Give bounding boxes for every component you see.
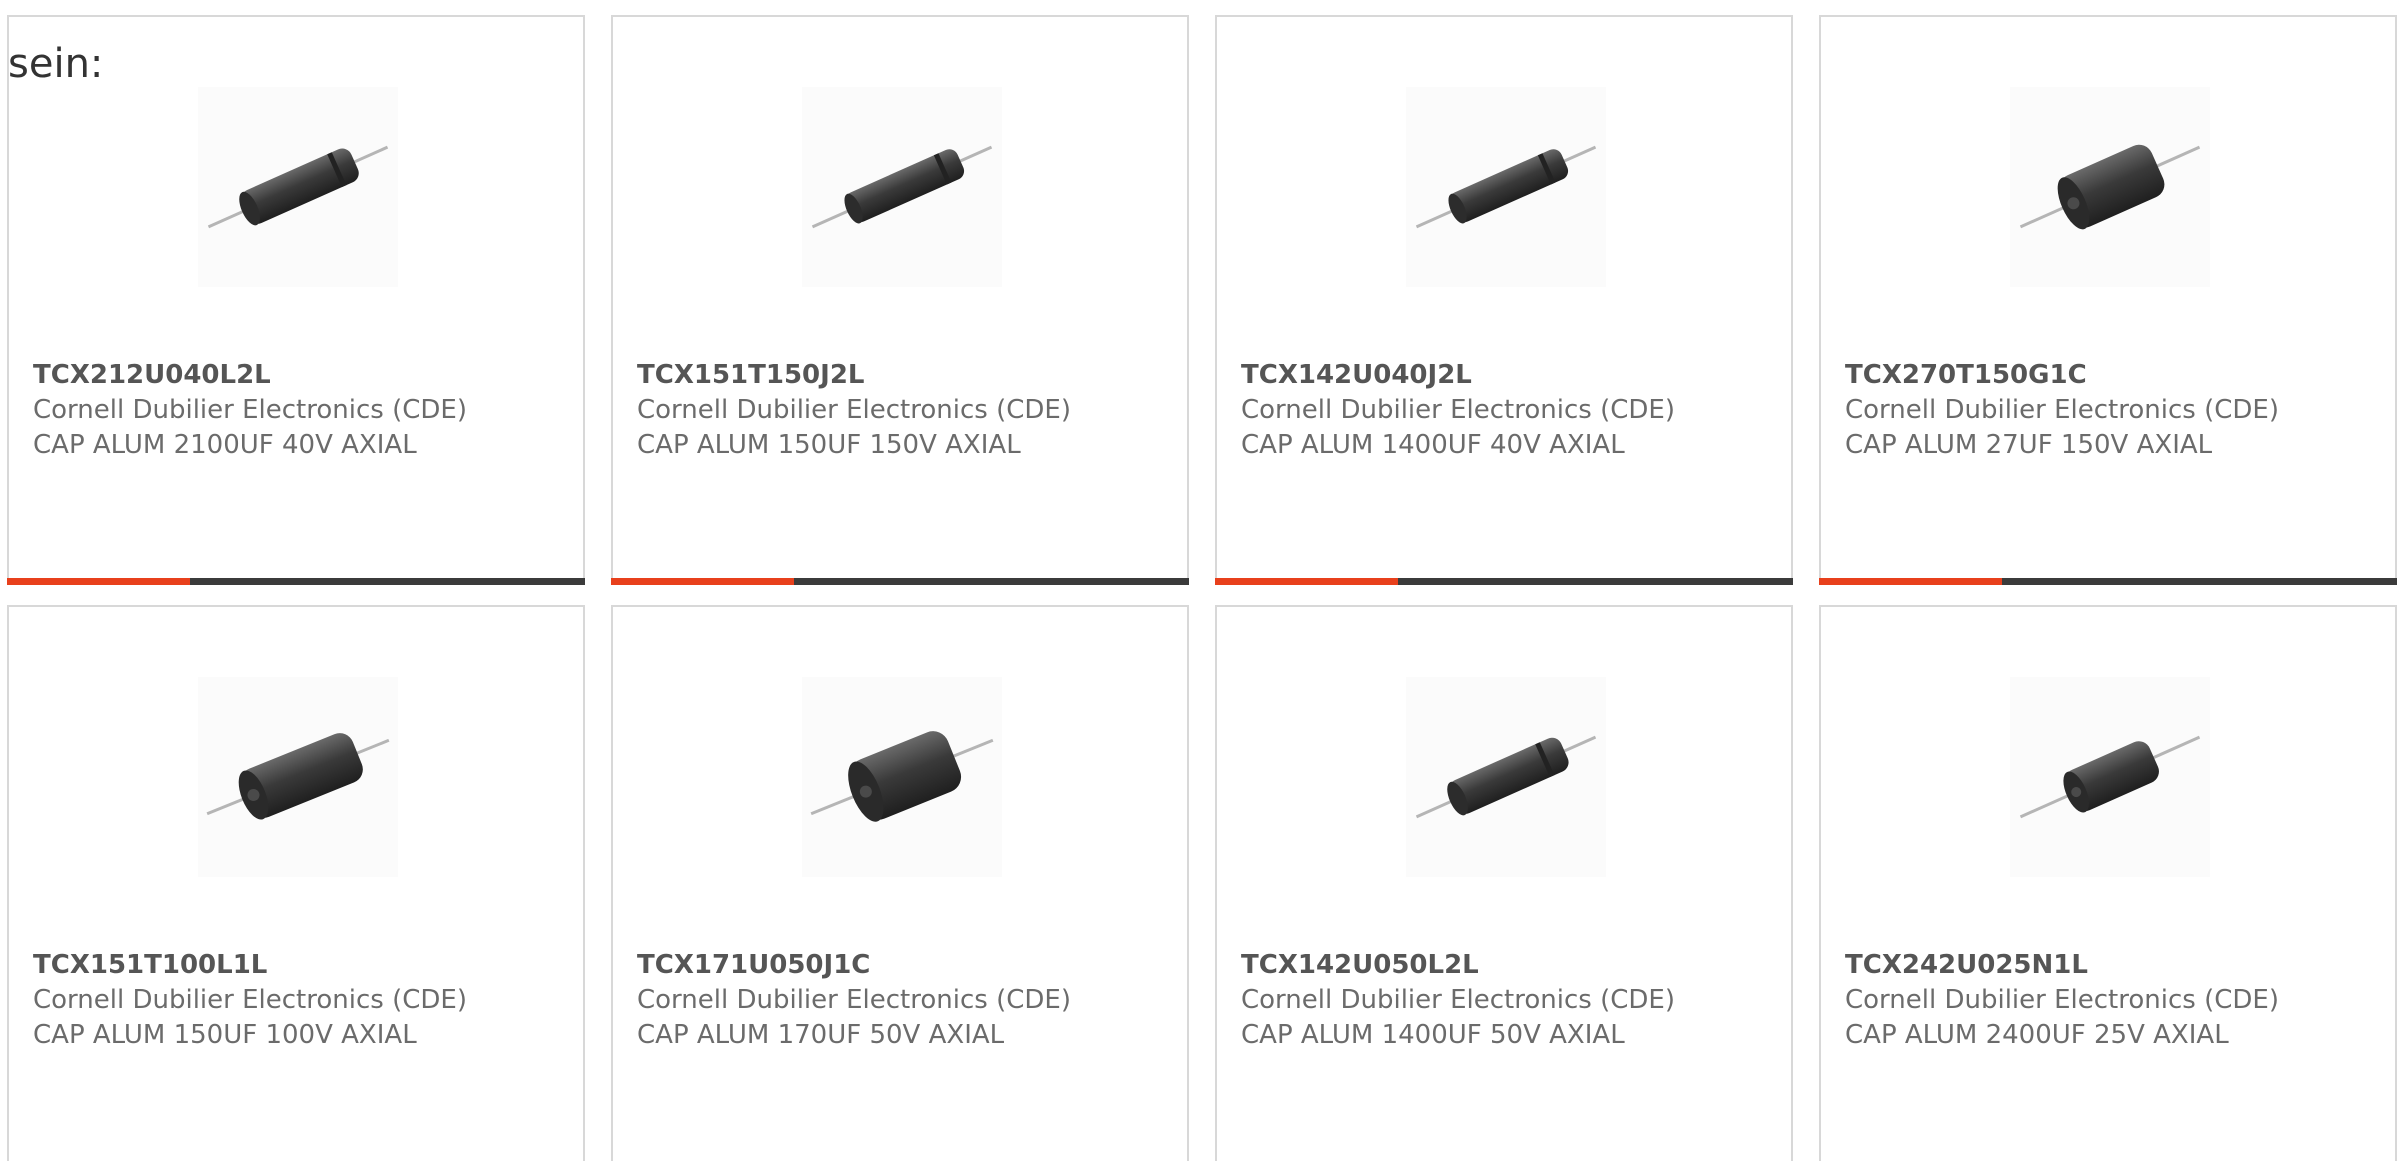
card-bar-accent xyxy=(1215,578,1398,585)
capacitor-slim-icon xyxy=(1415,145,1597,229)
manufacturer: Cornell Dubilier Electronics (CDE) xyxy=(1241,395,1675,425)
part-number[interactable]: TCX242U025N1L xyxy=(1845,948,2385,983)
part-number[interactable]: TCX142U050L2L xyxy=(1241,948,1781,983)
product-card[interactable]: TCX142U050L2L Cornell Dubilier Electroni… xyxy=(1215,605,1793,1161)
description: CAP ALUM 1400UF 40V AXIAL xyxy=(1241,430,1625,460)
capacitor-slim-icon xyxy=(811,145,993,229)
card-bar xyxy=(611,578,1189,585)
product-image[interactable] xyxy=(2010,677,2210,877)
product-image[interactable] xyxy=(2010,87,2210,287)
manufacturer: Cornell Dubilier Electronics (CDE) xyxy=(1845,395,2279,425)
capacitor-short-icon xyxy=(810,731,994,822)
manufacturer: Cornell Dubilier Electronics (CDE) xyxy=(1845,985,2279,1015)
card-bar xyxy=(1215,578,1793,585)
product-image[interactable] xyxy=(198,677,398,877)
description: CAP ALUM 2400UF 25V AXIAL xyxy=(1845,1020,2229,1050)
card-bar-accent xyxy=(611,578,794,585)
card-bar-accent xyxy=(1819,578,2002,585)
capacitor-slim-icon xyxy=(207,145,389,229)
capacitor-short-icon xyxy=(206,733,390,820)
capacitor-short-icon xyxy=(2019,735,2201,819)
product-card[interactable]: TCX212U040L2L Cornell Dubilier Electroni… xyxy=(7,15,585,585)
manufacturer: Cornell Dubilier Electronics (CDE) xyxy=(33,985,467,1015)
manufacturer: Cornell Dubilier Electronics (CDE) xyxy=(637,395,1071,425)
part-number[interactable]: TCX151T100L1L xyxy=(33,948,573,983)
product-card[interactable]: TCX151T100L1L Cornell Dubilier Electroni… xyxy=(7,605,585,1161)
description: CAP ALUM 1400UF 50V AXIAL xyxy=(1241,1020,1625,1050)
manufacturer: Cornell Dubilier Electronics (CDE) xyxy=(1241,985,1675,1015)
manufacturer: Cornell Dubilier Electronics (CDE) xyxy=(637,985,1071,1015)
product-image[interactable] xyxy=(802,677,1002,877)
product-image[interactable] xyxy=(1406,87,1606,287)
product-image[interactable] xyxy=(1406,677,1606,877)
lead-text: sein: xyxy=(8,41,104,87)
card-bar-accent xyxy=(7,578,190,585)
description: CAP ALUM 2100UF 40V AXIAL xyxy=(33,430,417,460)
part-number[interactable]: TCX171U050J1C xyxy=(637,948,1177,983)
description: CAP ALUM 150UF 100V AXIAL xyxy=(33,1020,417,1050)
manufacturer: Cornell Dubilier Electronics (CDE) xyxy=(33,395,467,425)
capacitor-short-icon xyxy=(2019,144,2201,230)
product-image[interactable] xyxy=(198,87,398,287)
part-number[interactable]: TCX270T150G1C xyxy=(1845,358,2385,393)
product-card[interactable]: TCX151T150J2L Cornell Dubilier Electroni… xyxy=(611,15,1189,585)
part-number[interactable]: TCX142U040J2L xyxy=(1241,358,1781,393)
card-bar xyxy=(7,578,585,585)
product-image[interactable] xyxy=(802,87,1002,287)
description: CAP ALUM 170UF 50V AXIAL xyxy=(637,1020,1005,1050)
part-number[interactable]: TCX212U040L2L xyxy=(33,358,573,393)
description: CAP ALUM 150UF 150V AXIAL xyxy=(637,430,1021,460)
product-card[interactable]: TCX270T150G1C Cornell Dubilier Electroni… xyxy=(1819,15,2397,585)
capacitor-slim-icon xyxy=(1415,735,1597,819)
product-card[interactable]: TCX171U050J1C Cornell Dubilier Electroni… xyxy=(611,605,1189,1161)
product-card[interactable]: TCX142U040J2L Cornell Dubilier Electroni… xyxy=(1215,15,1793,585)
part-number[interactable]: TCX151T150J2L xyxy=(637,358,1177,393)
card-bar xyxy=(1819,578,2397,585)
description: CAP ALUM 27UF 150V AXIAL xyxy=(1845,430,2213,460)
product-card[interactable]: TCX242U025N1L Cornell Dubilier Electroni… xyxy=(1819,605,2397,1161)
